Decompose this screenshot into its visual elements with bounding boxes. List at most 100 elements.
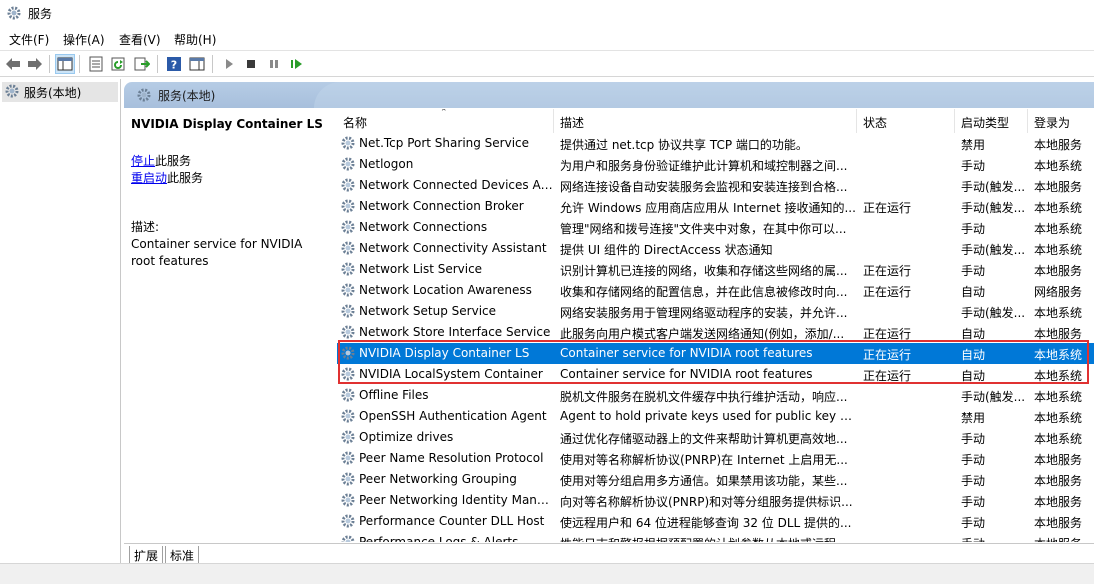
show-hide-action-pane-icon[interactable] xyxy=(187,54,207,74)
service-startup-type-cell: 自动 xyxy=(961,348,986,362)
service-status-cell: 正在运行 xyxy=(863,201,912,215)
service-description-cell: Container service for NVIDIA root featur… xyxy=(560,346,813,360)
service-startup-type-cell: 自动 xyxy=(961,285,986,299)
column-header-description[interactable]: 描述 xyxy=(554,109,857,133)
service-logon-cell: 本地系统 xyxy=(1034,369,1083,383)
service-row[interactable]: Network Setup Service 网络安装服务用于管理网络驱动程序的安装… xyxy=(337,301,1094,322)
details-area: 服务(本地) NVIDIA Display Container LS 停止此服务… xyxy=(124,79,1094,584)
service-status-cell: 正在运行 xyxy=(863,285,912,299)
service-logon-cell: 本地服务 xyxy=(1034,138,1083,152)
toolbar-separator xyxy=(157,55,158,73)
services-gear-icon xyxy=(136,87,152,103)
service-row[interactable]: NVIDIA Display Container LS Container ser… xyxy=(337,343,1094,364)
service-logon-cell: 本地服务 xyxy=(1034,180,1083,194)
title-bar: 服务 xyxy=(0,0,1094,27)
service-logon-cell: 本地服务 xyxy=(1034,516,1083,530)
service-description-cell: 使用对等分组启用多方通信。如果禁用该功能，某些... xyxy=(560,474,848,488)
menu-file[interactable]: 文件(F) xyxy=(9,31,49,48)
column-header-logon-as[interactable]: 登录为 xyxy=(1028,109,1094,133)
service-startup-type-cell: 禁用 xyxy=(961,411,986,425)
column-header-startup-type[interactable]: 启动类型 xyxy=(955,109,1028,133)
service-startup-type-cell: 禁用 xyxy=(961,138,986,152)
tab-standard[interactable]: 标准 xyxy=(165,546,200,564)
service-row[interactable]: Performance Counter DLL Host 使远程用户和 64 位进… xyxy=(337,511,1094,532)
pause-service-icon[interactable] xyxy=(264,54,284,74)
service-gear-icon xyxy=(340,471,356,490)
service-gear-icon xyxy=(340,303,356,322)
service-status-cell: 正在运行 xyxy=(863,264,912,278)
restart-service-icon[interactable] xyxy=(287,54,307,74)
service-description-cell: 识别计算机已连接的网络，收集和存储这些网络的属... xyxy=(560,264,848,278)
start-service-icon[interactable] xyxy=(219,54,239,74)
service-row[interactable]: Peer Networking Identity Mana... 向对等名称解析协… xyxy=(337,490,1094,511)
selected-service-name: NVIDIA Display Container LS xyxy=(131,117,323,131)
view-tabs: 扩展 标准 xyxy=(124,543,1094,565)
service-gear-icon xyxy=(340,324,356,343)
svg-text:?: ? xyxy=(171,59,177,72)
properties-icon[interactable] xyxy=(86,54,106,74)
menu-help[interactable]: 帮助(H) xyxy=(174,31,216,48)
service-startup-type-cell: 手动 xyxy=(961,159,986,173)
stop-service-icon[interactable] xyxy=(241,54,261,74)
pane-header: 服务(本地) xyxy=(124,82,1094,108)
service-description-cell: Agent to hold private keys used for publ… xyxy=(560,409,856,423)
service-row[interactable]: NVIDIA LocalSystem Container Container se… xyxy=(337,364,1094,385)
service-startup-type-cell: 手动 xyxy=(961,535,1029,542)
service-startup-type-cell: 手动 xyxy=(961,222,986,236)
refresh-icon[interactable] xyxy=(109,54,129,74)
service-name-cell: Offline Files xyxy=(359,388,429,402)
service-gear-icon xyxy=(340,534,356,542)
stop-service-link[interactable]: 停止 xyxy=(131,154,155,168)
service-gear-icon xyxy=(340,240,356,259)
services-list: ⌃ 名称 描述 状态 启动类型 登录为 Net.Tcp Port Sharing… xyxy=(337,109,1094,542)
service-gear-icon xyxy=(340,513,356,532)
show-hide-console-tree-icon[interactable] xyxy=(55,54,75,74)
extended-description-pane: NVIDIA Display Container LS 停止此服务 重启动此服务… xyxy=(124,109,333,542)
stop-link-suffix: 此服务 xyxy=(155,154,192,168)
service-row[interactable]: Peer Name Resolution Protocol 使用对等名称解析协议(… xyxy=(337,448,1094,469)
service-startup-type-cell: 手动(触发... xyxy=(961,390,1026,404)
service-name-cell: Network Connections xyxy=(359,220,488,234)
column-header-name[interactable]: ⌃ 名称 xyxy=(337,109,554,133)
back-arrow-icon[interactable] xyxy=(3,54,23,74)
service-row[interactable]: Netlogon 为用户和服务身份验证维护此计算机和域控制器之间... 手动 本地系统 xyxy=(337,154,1094,175)
service-description-cell: 收集和存储网络的配置信息，并在此信息被修改时向... xyxy=(560,285,848,299)
column-header-row: ⌃ 名称 描述 状态 启动类型 登录为 xyxy=(337,109,1094,133)
service-row[interactable]: Peer Networking Grouping 使用对等分组启用多方通信。如果禁… xyxy=(337,469,1094,490)
service-row[interactable]: OpenSSH Authentication Agent Agent to hol… xyxy=(337,406,1094,427)
service-name-cell: Network Store Interface Service xyxy=(359,325,551,339)
export-list-icon[interactable] xyxy=(132,54,152,74)
column-header-status[interactable]: 状态 xyxy=(857,109,955,133)
toolbar-separator xyxy=(212,55,213,73)
service-row[interactable]: Network Connected Devices Au... 网络连接设备自动安… xyxy=(337,175,1094,196)
service-row[interactable]: Net.Tcp Port Sharing Service 提供通过 net.tcp… xyxy=(337,133,1094,154)
service-name-cell: Network Connected Devices Au... xyxy=(359,178,554,192)
service-description-cell: 提供 UI 组件的 DirectAccess 状态通知 xyxy=(560,243,773,257)
service-row[interactable]: Network Location Awareness 收集和存储网络的配置信息，并… xyxy=(337,280,1094,301)
tab-extended[interactable]: 扩展 xyxy=(129,546,164,564)
service-name-cell: Performance Counter DLL Host xyxy=(359,514,545,528)
service-row[interactable]: Optimize drives 通过优化存储驱动器上的文件来帮助计算机更高效地..… xyxy=(337,427,1094,448)
service-row[interactable]: Offline Files 脱机文件服务在脱机文件缓存中执行维护活动，响应... 手… xyxy=(337,385,1094,406)
service-name-cell: OpenSSH Authentication Agent xyxy=(359,409,547,423)
service-description-cell: 管理"网络和拨号连接"文件夹中对象，在其中你可以... xyxy=(560,222,847,236)
menu-view[interactable]: 查看(V) xyxy=(119,31,161,48)
console-tree: 服务(本地) xyxy=(0,79,121,584)
tree-item-services-local[interactable]: 服务(本地) xyxy=(2,82,118,102)
sort-ascending-icon: ⌃ xyxy=(440,109,448,118)
service-row[interactable]: Performance Logs & Alerts 性能日志和警报根据预配置的计划… xyxy=(337,532,1094,542)
service-row[interactable]: Network Connectivity Assistant 提供 UI 组件的 … xyxy=(337,238,1094,259)
help-icon[interactable]: ? xyxy=(164,54,184,74)
forward-arrow-icon[interactable] xyxy=(25,54,45,74)
service-name-cell: Network List Service xyxy=(359,262,483,276)
service-gear-icon xyxy=(340,135,356,154)
service-row[interactable]: Network Connection Broker 允许 Windows 应用商店… xyxy=(337,196,1094,217)
service-row[interactable]: Network List Service 识别计算机已连接的网络，收集和存储这些网… xyxy=(337,259,1094,280)
restart-service-link[interactable]: 重启动 xyxy=(131,171,167,185)
status-bar xyxy=(0,563,1094,584)
service-row[interactable]: Network Store Interface Service 此服务向用户模式客… xyxy=(337,322,1094,343)
service-row[interactable]: Network Connections 管理"网络和拨号连接"文件夹中对象，在其中… xyxy=(337,217,1094,238)
service-gear-icon xyxy=(340,345,356,364)
menu-action[interactable]: 操作(A) xyxy=(63,31,105,48)
service-gear-icon xyxy=(340,282,356,301)
